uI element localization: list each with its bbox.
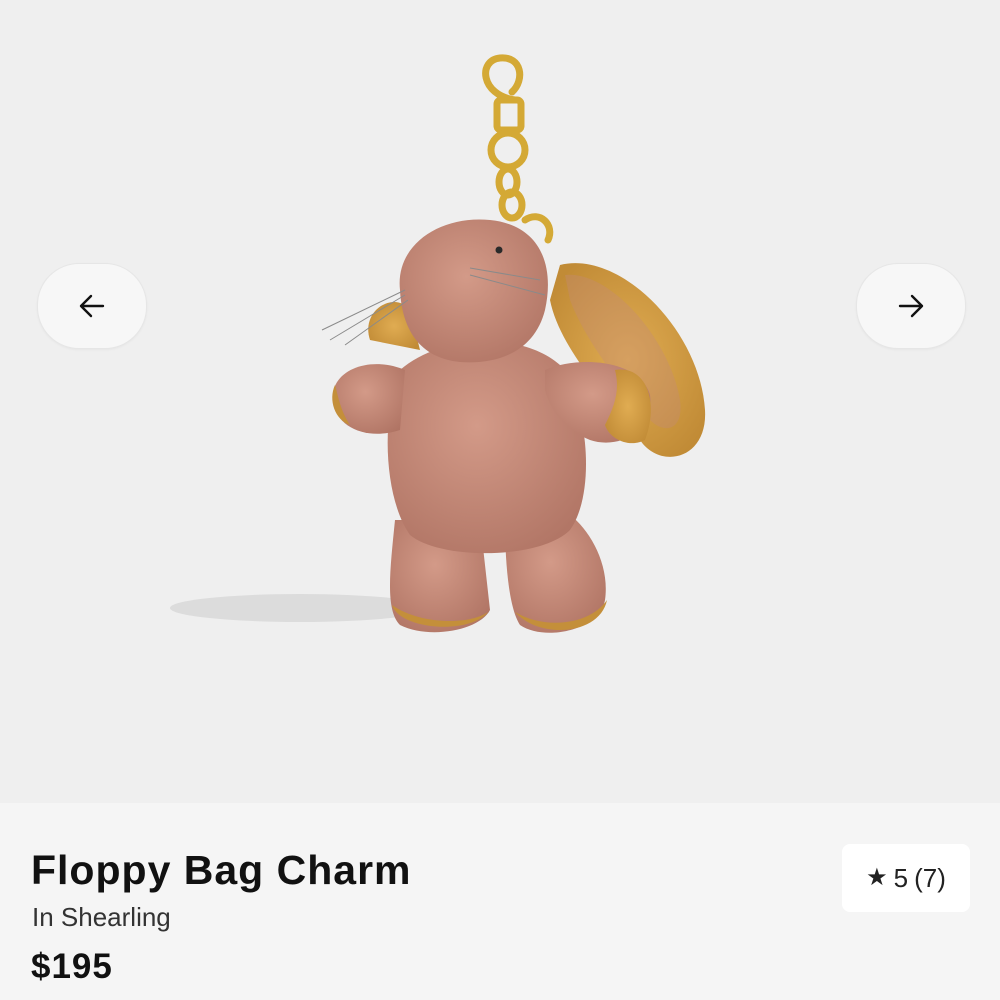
product-subtitle: In Shearling <box>32 902 171 932</box>
rating-badge[interactable]: ★ 5 (7) <box>842 844 970 912</box>
previous-image-button[interactable] <box>37 263 147 349</box>
product-image <box>170 54 706 633</box>
rating-count: (7) <box>914 862 946 893</box>
product-info: Floppy Bag Charm In Shearling $195 ★ 5 (… <box>0 803 1000 1000</box>
product-price: $195 <box>31 947 113 986</box>
product-gallery <box>0 0 1000 803</box>
arrow-left-icon <box>79 294 105 318</box>
arrow-right-icon <box>898 294 924 318</box>
rating-score: 5 <box>893 862 909 893</box>
product-title: Floppy Bag Charm <box>31 847 412 893</box>
next-image-button[interactable] <box>856 263 966 349</box>
star-icon: ★ <box>866 864 888 891</box>
